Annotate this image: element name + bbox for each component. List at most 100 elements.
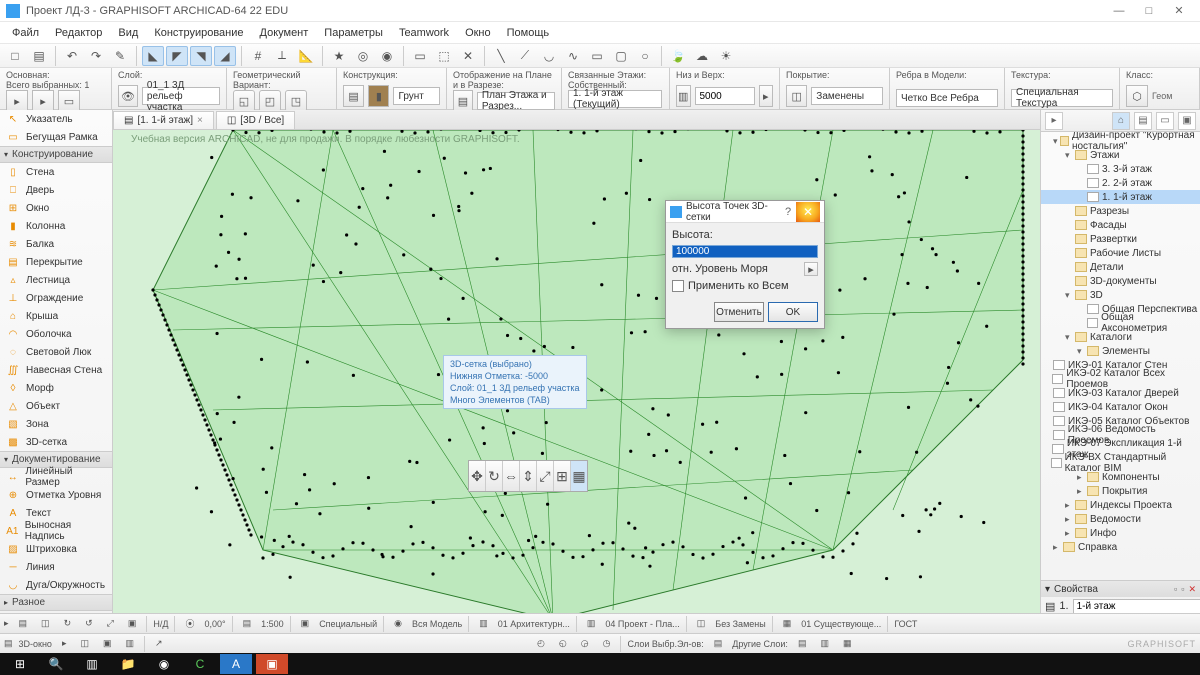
geom-a[interactable]: ◱: [233, 90, 255, 112]
layer-vis-icon[interactable]: 👁: [118, 85, 138, 107]
app-c-icon[interactable]: C: [184, 654, 216, 674]
tool-Отметка Уровня[interactable]: ⊕Отметка Уровня: [0, 486, 112, 504]
eco-icon[interactable]: 🍃: [667, 46, 689, 66]
tool-Перекрытие[interactable]: ▤Перекрытие: [0, 253, 112, 271]
start-button[interactable]: ⊞: [4, 654, 36, 674]
tool-Морф[interactable]: ◊Морф: [0, 379, 112, 397]
tree-node[interactable]: ИКЭ-ВХ Стандартный Каталог BIM: [1041, 456, 1200, 470]
menu-window[interactable]: Окно: [457, 24, 499, 42]
nav-pub-icon[interactable]: ▣: [1178, 112, 1196, 130]
tree-node[interactable]: ▾Элементы: [1041, 344, 1200, 358]
tree-node[interactable]: 2. 2-й этаж: [1041, 176, 1200, 190]
tool-Зона[interactable]: ▧Зона: [0, 415, 112, 433]
poly-icon[interactable]: ⟋: [514, 46, 536, 66]
menu-file[interactable]: Файл: [4, 24, 47, 42]
rect-icon[interactable]: ▭: [586, 46, 608, 66]
spline-icon[interactable]: ∿: [562, 46, 584, 66]
tree-node[interactable]: ▸Индексы Проекта: [1041, 498, 1200, 512]
tool-Линия[interactable]: ─Линия: [0, 558, 112, 576]
nav-view-icon[interactable]: ▤: [1134, 112, 1152, 130]
trace-icon[interactable]: ◉: [376, 46, 398, 66]
tool-Ограждение[interactable]: ⊥Ограждение: [0, 289, 112, 307]
menu-view[interactable]: Вид: [110, 24, 146, 42]
maximize-button[interactable]: □: [1134, 2, 1164, 20]
drawing-canvas[interactable]: Учебная версия ARCHICAD, не для продажи.…: [113, 130, 1040, 633]
height-input[interactable]: [672, 245, 818, 258]
tool-Крыша[interactable]: ⌂Крыша: [0, 307, 112, 325]
tool-Навесная Стена[interactable]: ∭Навесная Стена: [0, 361, 112, 379]
apply-all-checkbox[interactable]: [672, 280, 684, 292]
tool-Стена[interactable]: ▯Стена: [0, 163, 112, 181]
tool-Штриховка[interactable]: ▨Штриховка: [0, 540, 112, 558]
grid-icon[interactable]: #: [247, 46, 269, 66]
menu-help[interactable]: Помощь: [499, 24, 558, 42]
ref-more-button[interactable]: ▸: [804, 262, 818, 276]
snap-c-icon[interactable]: ◥: [190, 46, 212, 66]
layer-select[interactable]: 01_1 3Д рельеф участка: [142, 87, 220, 105]
nav-home-icon[interactable]: ⌂: [1112, 112, 1130, 130]
sviaz-select[interactable]: 1. 1-й этаж (Текущий): [568, 90, 662, 108]
sel-filter[interactable]: ▭: [58, 90, 80, 112]
menu-options[interactable]: Параметры: [316, 24, 391, 42]
pick-icon[interactable]: ✎: [109, 46, 131, 66]
chrome-icon[interactable]: ◉: [148, 654, 180, 674]
klass-btn[interactable]: ⬡: [1126, 85, 1148, 107]
redo-icon[interactable]: ↷: [85, 46, 107, 66]
pet-rot-icon[interactable]: ↻: [486, 461, 503, 491]
dialog-help-button[interactable]: ?: [780, 206, 796, 218]
collab-icon[interactable]: ☀: [715, 46, 737, 66]
open-icon[interactable]: ▤: [28, 46, 50, 66]
line-icon[interactable]: ╲: [490, 46, 512, 66]
pet-move-icon[interactable]: ✥: [469, 461, 486, 491]
cancel-button[interactable]: Отменить: [714, 302, 764, 322]
nav-layout-icon[interactable]: ▭: [1156, 112, 1174, 130]
sel-next[interactable]: ▸: [32, 90, 54, 112]
tool-Колонна[interactable]: ▮Колонна: [0, 217, 112, 235]
tree-node[interactable]: ▸Покрытия: [1041, 484, 1200, 498]
tab-3d[interactable]: ◫[3D / Все]: [216, 111, 295, 129]
niz-btn[interactable]: ▥: [676, 85, 691, 107]
tool-Лестница[interactable]: ▵Лестница: [0, 271, 112, 289]
tree-node[interactable]: Разрезы: [1041, 204, 1200, 218]
tab-floor1[interactable]: ▤[1. 1-й этаж]×: [113, 111, 214, 129]
tab-close-icon[interactable]: ×: [197, 115, 203, 126]
niz-input[interactable]: [695, 87, 755, 105]
otob-btn[interactable]: ▤: [453, 90, 473, 112]
ok-button[interactable]: OK: [768, 302, 818, 322]
tool-Указатель[interactable]: ↖Указатель: [0, 110, 112, 128]
ghost-icon[interactable]: ◎: [352, 46, 374, 66]
tex-select[interactable]: Специальная Текстура: [1011, 89, 1113, 107]
undo-icon[interactable]: ↶: [61, 46, 83, 66]
tree-node[interactable]: Детали: [1041, 260, 1200, 274]
tree-node[interactable]: ▸Ведомости: [1041, 512, 1200, 526]
snap-b-icon[interactable]: ◤: [166, 46, 188, 66]
tool-Выносная Надпись[interactable]: A1Выносная Надпись: [0, 522, 112, 540]
snap-a-icon[interactable]: ◣: [142, 46, 164, 66]
konstr-btn[interactable]: ▤: [343, 85, 364, 107]
taskview-icon[interactable]: ▥: [76, 654, 108, 674]
tree-node[interactable]: Рабочие Листы: [1041, 246, 1200, 260]
energy-icon[interactable]: ☁: [691, 46, 713, 66]
marquee-icon[interactable]: ▭: [409, 46, 431, 66]
geom-b[interactable]: ◰: [259, 90, 281, 112]
archicad-task-icon[interactable]: A: [220, 654, 252, 674]
tool-Балка[interactable]: ≋Балка: [0, 235, 112, 253]
tree-node[interactable]: ИКЭ-04 Каталог Окон: [1041, 400, 1200, 414]
rrect-icon[interactable]: ▢: [610, 46, 632, 66]
sel-btn[interactable]: ▸: [6, 90, 28, 112]
tool-3D-сетка[interactable]: ▩3D-сетка: [0, 433, 112, 451]
tree-node[interactable]: ▾3D: [1041, 288, 1200, 302]
rebra-select[interactable]: Четко Все Ребра: [896, 89, 998, 107]
tool-Световой Люк[interactable]: ◌Световой Люк: [0, 343, 112, 361]
konstr-mat[interactable]: ▮: [368, 85, 389, 107]
konstr-select[interactable]: Грунт: [393, 87, 440, 105]
nav-add-icon[interactable]: ▫: [1174, 584, 1177, 594]
pet-multiply-icon[interactable]: ⊞: [554, 461, 571, 491]
pet-mirror-icon[interactable]: ⇔: [503, 461, 520, 491]
group-constr[interactable]: ▾Конструирование: [0, 146, 112, 163]
explorer-icon[interactable]: 📁: [112, 654, 144, 674]
measure-icon[interactable]: 📐: [295, 46, 317, 66]
geom-c[interactable]: ◳: [285, 90, 307, 112]
app-red-icon[interactable]: ▣: [256, 654, 288, 674]
circ-icon[interactable]: ○: [634, 46, 656, 66]
